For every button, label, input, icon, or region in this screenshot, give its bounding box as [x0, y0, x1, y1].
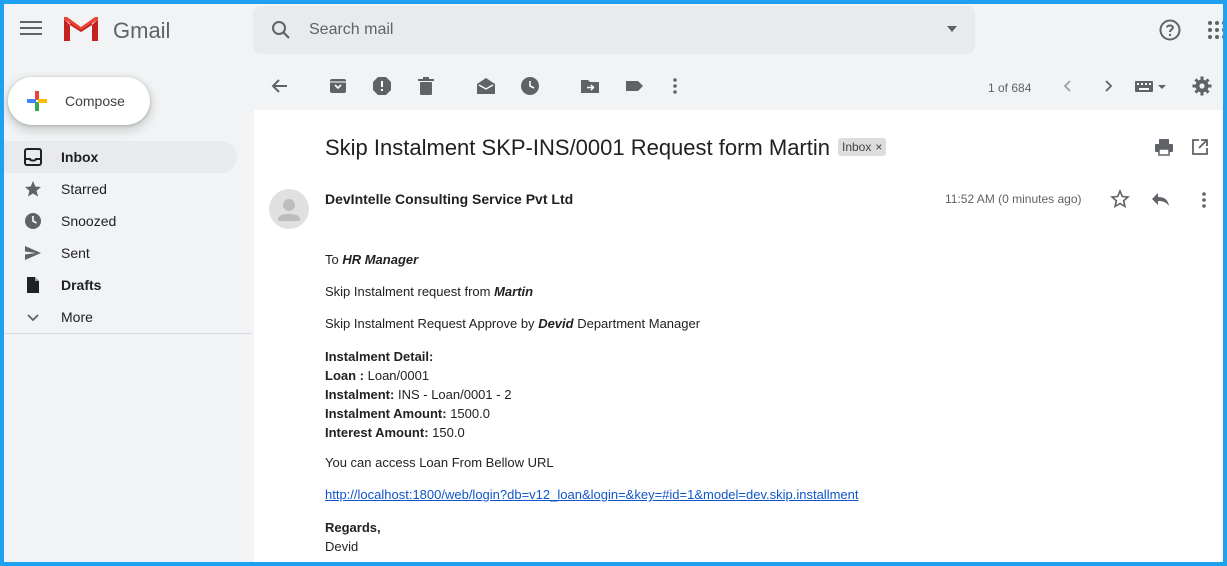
more-vert-icon[interactable]: [665, 76, 685, 96]
more-vert-icon[interactable]: [1198, 190, 1210, 210]
send-icon: [25, 246, 41, 260]
remove-label-icon[interactable]: ×: [875, 140, 882, 154]
keyboard-icon[interactable]: [1134, 76, 1168, 96]
help-icon[interactable]: [1158, 18, 1182, 42]
settings-icon[interactable]: [1192, 76, 1212, 96]
clock-icon: [25, 213, 41, 229]
message-toolbar: 1 of 684: [254, 64, 1223, 108]
reply-icon[interactable]: [1150, 189, 1170, 209]
search-bar[interactable]: [253, 6, 975, 54]
main-menu-icon[interactable]: [20, 18, 42, 40]
signature-name: Devid: [325, 539, 359, 554]
sidebar-item-more[interactable]: More: [4, 301, 237, 333]
instalment-value: INS - Loan/0001 - 2: [397, 387, 512, 402]
request-prefix: Skip Instalment request from: [325, 284, 495, 299]
sidebar-item-label: Snoozed: [61, 213, 117, 229]
sidebar-item-label: Sent: [61, 245, 90, 261]
delete-icon[interactable]: [416, 76, 436, 96]
label-chip-text: Inbox: [842, 140, 872, 154]
print-icon[interactable]: [1154, 137, 1174, 157]
to-recipient: HR Manager: [342, 252, 419, 267]
top-bar: Gmail: [4, 4, 1223, 56]
loan-url-link[interactable]: http://localhost:1800/web/login?db=v12_l…: [325, 487, 858, 502]
inbox-label-chip[interactable]: Inbox ×: [838, 138, 887, 156]
search-icon[interactable]: [269, 18, 293, 42]
message-pane: Skip Instalment SKP-INS/0001 Request for…: [254, 110, 1223, 562]
sidebar-divider: [4, 333, 252, 334]
person-icon: [278, 199, 300, 221]
sidebar-item-label: Inbox: [61, 149, 99, 165]
compose-button[interactable]: Compose: [8, 77, 150, 125]
sender-name[interactable]: DevIntelle Consulting Service Pvt Ltd: [325, 191, 573, 207]
search-input[interactable]: [309, 16, 909, 44]
inbox-icon: [24, 148, 42, 166]
move-to-icon[interactable]: [580, 76, 600, 96]
star-icon: [25, 181, 41, 197]
apps-grid-icon[interactable]: [1207, 20, 1223, 40]
instalment-detail-block: Instalment Detail: Loan : Loan/0001 Inst…: [325, 347, 1205, 442]
sender-avatar[interactable]: [269, 189, 309, 229]
sidebar-item-starred[interactable]: Starred: [4, 173, 237, 205]
chevron-down-icon: [27, 314, 39, 322]
approver-name: Devid: [538, 316, 574, 331]
sidebar-item-inbox[interactable]: Inbox: [4, 141, 237, 173]
compose-label: Compose: [65, 93, 125, 109]
requester-name: Martin: [494, 284, 534, 299]
draft-icon: [27, 277, 39, 293]
amount-value: 1500.0: [450, 406, 490, 421]
pagination-count: 1 of 684: [988, 81, 1032, 95]
message-body: To HR Manager Skip Instalment request fr…: [325, 251, 1205, 556]
snooze-icon[interactable]: [520, 76, 540, 96]
gmail-wordmark: Gmail: [113, 18, 171, 43]
sidebar-nav: Inbox Starred Snoozed Sent Drafts More: [4, 141, 254, 333]
sidebar-item-snoozed[interactable]: Snoozed: [4, 205, 237, 237]
sidebar-item-sent[interactable]: Sent: [4, 237, 237, 269]
gmail-logo[interactable]: [62, 15, 100, 43]
to-line: To HR Manager: [325, 251, 1205, 269]
older-chevron-icon[interactable]: [1098, 76, 1118, 96]
sidebar-item-drafts[interactable]: Drafts: [4, 269, 237, 301]
message-subject: Skip Instalment SKP-INS/0001 Request for…: [325, 135, 830, 160]
star-message-icon[interactable]: [1110, 189, 1130, 209]
approve-prefix: Skip Instalment Request Approve by: [325, 316, 539, 331]
sidebar-item-label: Drafts: [61, 277, 102, 293]
report-spam-icon[interactable]: [372, 76, 392, 96]
request-line: Skip Instalment request from Martin: [325, 283, 1205, 301]
to-prefix: To: [325, 252, 343, 267]
label-icon[interactable]: [624, 76, 644, 96]
detail-heading: Instalment Detail:: [325, 349, 434, 364]
sidebar-item-label: More: [61, 309, 93, 325]
approve-suffix: Department Manager: [573, 316, 701, 331]
newer-chevron-icon[interactable]: [1058, 76, 1078, 96]
interest-value: 150.0: [432, 425, 465, 440]
gmail-window: Gmail Co: [4, 4, 1223, 562]
message-time: 11:52 AM (0 minutes ago): [945, 192, 1082, 206]
mark-unread-icon[interactable]: [476, 76, 496, 96]
back-arrow-icon[interactable]: [270, 76, 290, 96]
instalment-label: Instalment:: [325, 387, 398, 402]
compose-plus-icon: [27, 91, 47, 111]
access-text: You can access Loan From Bellow URL: [325, 455, 554, 470]
loan-label: Loan :: [325, 368, 368, 383]
approve-line: Skip Instalment Request Approve by Devid…: [325, 315, 1205, 333]
open-new-window-icon[interactable]: [1191, 138, 1209, 156]
loan-value: Loan/0001: [367, 368, 430, 383]
search-options-dropdown-icon[interactable]: [947, 26, 957, 32]
interest-label: Interest Amount:: [325, 425, 433, 440]
regards-text: Regards,: [325, 520, 381, 535]
sidebar-item-label: Starred: [61, 181, 107, 197]
regards-block: Regards, Devid: [325, 518, 1205, 556]
amount-label: Instalment Amount:: [325, 406, 451, 421]
archive-icon[interactable]: [328, 76, 348, 96]
